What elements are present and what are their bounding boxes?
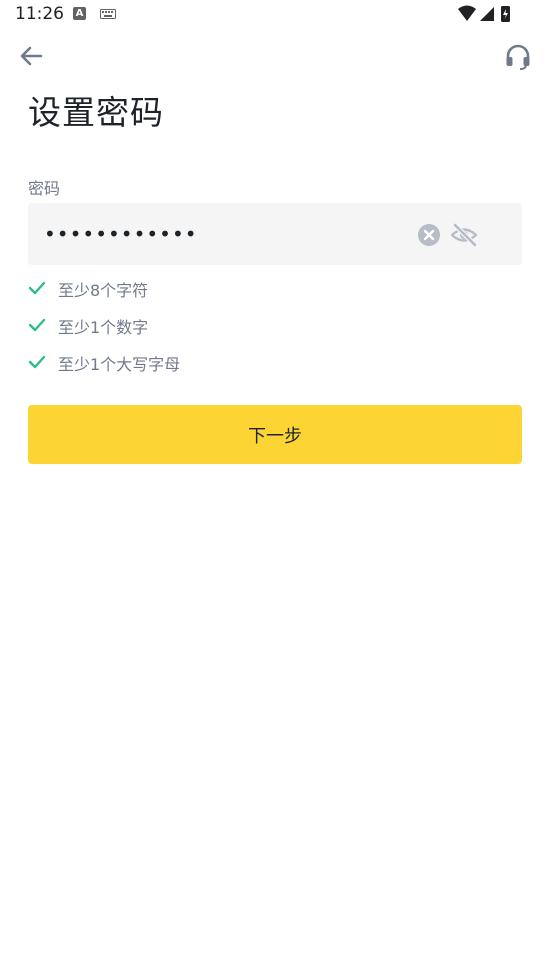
page-title: 设置密码 (28, 93, 164, 132)
rule-text: 至少1个数字 (58, 318, 149, 337)
wifi-icon (458, 5, 476, 21)
set-password-screen: 11:26 A 设置密码 密码 •••••••••••• 至少8个字符 至少1个… (0, 0, 550, 980)
status-time: 11:26 (15, 4, 64, 24)
signal-icon (480, 7, 494, 21)
arrow-left-icon (20, 46, 43, 66)
toggle-visibility-button[interactable] (449, 221, 479, 249)
password-label: 密码 (28, 179, 61, 198)
clear-button[interactable] (417, 223, 441, 247)
check-icon (28, 318, 46, 332)
headset-icon (506, 44, 530, 70)
next-button[interactable]: 下一步 (28, 405, 522, 464)
support-button[interactable] (504, 43, 532, 71)
rule-text: 至少8个字符 (58, 281, 149, 300)
password-input[interactable] (44, 203, 404, 265)
check-icon (28, 281, 46, 295)
clear-circle-icon (418, 224, 440, 246)
rule-text: 至少1个大写字母 (58, 355, 181, 374)
keyboard-icon (100, 9, 116, 19)
eye-off-icon (450, 223, 478, 247)
a-notification-icon: A (73, 7, 86, 20)
check-icon (28, 355, 46, 369)
back-button[interactable] (16, 42, 48, 70)
password-field[interactable] (28, 203, 522, 265)
status-bar: 11:26 A (0, 0, 550, 28)
status-right-icons (458, 5, 510, 22)
